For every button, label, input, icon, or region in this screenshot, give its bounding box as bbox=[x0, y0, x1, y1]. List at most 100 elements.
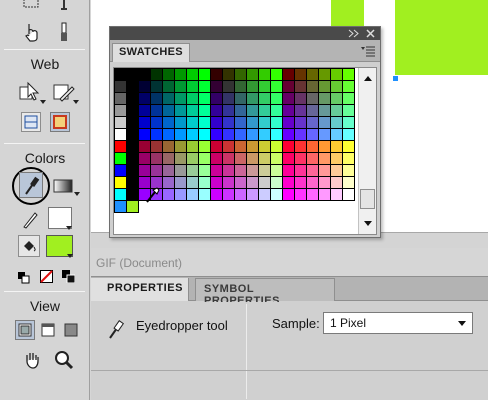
scroll-up-arrow[interactable] bbox=[364, 76, 372, 81]
color-swatch[interactable] bbox=[174, 140, 187, 153]
color-swatch[interactable] bbox=[246, 176, 259, 189]
color-swatch[interactable] bbox=[126, 104, 139, 117]
color-swatch[interactable] bbox=[246, 116, 259, 129]
color-swatch[interactable] bbox=[126, 152, 139, 165]
color-swatch[interactable] bbox=[282, 152, 295, 165]
color-swatch[interactable] bbox=[270, 188, 283, 201]
color-swatch[interactable] bbox=[294, 68, 307, 81]
color-swatch[interactable] bbox=[342, 92, 355, 105]
color-swatch[interactable] bbox=[318, 116, 331, 129]
color-swatch[interactable] bbox=[330, 164, 343, 177]
color-swatch[interactable] bbox=[114, 164, 127, 177]
color-swatch[interactable] bbox=[126, 140, 139, 153]
color-swatch[interactable] bbox=[342, 152, 355, 165]
scroll-down-arrow[interactable] bbox=[364, 221, 372, 226]
knife-tool-button[interactable] bbox=[52, 20, 76, 44]
color-swatch[interactable] bbox=[198, 152, 211, 165]
color-swatch[interactable] bbox=[294, 116, 307, 129]
color-swatch[interactable] bbox=[150, 80, 163, 93]
color-swatch[interactable] bbox=[126, 92, 139, 105]
slice-flyout-arrow[interactable] bbox=[73, 100, 79, 104]
full-screen-menus-mode-button[interactable] bbox=[38, 320, 58, 340]
color-swatch[interactable] bbox=[198, 92, 211, 105]
color-swatch[interactable] bbox=[234, 140, 247, 153]
color-swatch[interactable] bbox=[222, 80, 235, 93]
color-swatch[interactable] bbox=[138, 164, 151, 177]
color-swatch[interactable] bbox=[186, 104, 199, 117]
color-swatch[interactable] bbox=[282, 116, 295, 129]
color-swatch[interactable] bbox=[222, 128, 235, 141]
panel-options-menu-icon[interactable] bbox=[361, 45, 375, 57]
sample-size-select[interactable]: 1 Pixel bbox=[323, 312, 473, 334]
color-swatch[interactable] bbox=[198, 188, 211, 201]
color-swatch[interactable] bbox=[222, 92, 235, 105]
swap-colors-button[interactable] bbox=[62, 268, 76, 284]
color-swatch[interactable] bbox=[342, 164, 355, 177]
color-swatch[interactable] bbox=[210, 188, 223, 201]
color-swatch[interactable] bbox=[114, 68, 127, 81]
color-swatch[interactable] bbox=[126, 116, 139, 129]
color-swatch[interactable] bbox=[270, 104, 283, 117]
color-swatch[interactable] bbox=[234, 92, 247, 105]
color-swatch[interactable] bbox=[306, 128, 319, 141]
color-swatch[interactable] bbox=[270, 80, 283, 93]
color-swatch[interactable] bbox=[210, 104, 223, 117]
text-tool-button[interactable] bbox=[52, 0, 76, 16]
color-swatch[interactable] bbox=[198, 176, 211, 189]
full-screen-mode-button[interactable] bbox=[61, 320, 81, 340]
color-swatch[interactable] bbox=[258, 188, 271, 201]
tab-symbol-properties[interactable]: SYMBOL PROPERTIES bbox=[195, 278, 335, 307]
color-swatch[interactable] bbox=[126, 188, 139, 201]
color-swatch[interactable] bbox=[270, 176, 283, 189]
color-swatch[interactable] bbox=[138, 92, 151, 105]
color-swatch[interactable] bbox=[270, 140, 283, 153]
color-swatch[interactable] bbox=[162, 104, 175, 117]
color-swatch[interactable] bbox=[162, 176, 175, 189]
color-swatch[interactable] bbox=[318, 152, 331, 165]
color-swatch[interactable] bbox=[150, 152, 163, 165]
color-swatch[interactable] bbox=[318, 140, 331, 153]
color-swatch[interactable] bbox=[258, 140, 271, 153]
hand-pointer-tool-button[interactable] bbox=[20, 20, 44, 44]
hand-tool-button[interactable] bbox=[20, 348, 44, 372]
color-swatch[interactable] bbox=[258, 104, 271, 117]
color-swatch[interactable] bbox=[246, 140, 259, 153]
color-swatch[interactable] bbox=[258, 92, 271, 105]
color-swatch[interactable] bbox=[162, 188, 175, 201]
color-swatch[interactable] bbox=[306, 164, 319, 177]
color-swatch[interactable] bbox=[186, 116, 199, 129]
color-swatch[interactable] bbox=[126, 200, 139, 213]
color-swatch[interactable] bbox=[258, 152, 271, 165]
color-swatch[interactable] bbox=[138, 104, 151, 117]
color-swatch[interactable] bbox=[198, 140, 211, 153]
color-swatch[interactable] bbox=[258, 176, 271, 189]
color-swatch[interactable] bbox=[234, 116, 247, 129]
color-swatch[interactable] bbox=[306, 68, 319, 81]
color-swatch[interactable] bbox=[114, 80, 127, 93]
color-swatch[interactable] bbox=[282, 140, 295, 153]
color-swatch[interactable] bbox=[282, 188, 295, 201]
color-swatch[interactable] bbox=[210, 92, 223, 105]
color-swatch[interactable] bbox=[114, 200, 127, 213]
color-swatch[interactable] bbox=[126, 128, 139, 141]
color-swatch[interactable] bbox=[138, 152, 151, 165]
color-swatch[interactable] bbox=[234, 128, 247, 141]
color-swatch[interactable] bbox=[342, 128, 355, 141]
color-swatch[interactable] bbox=[210, 176, 223, 189]
color-swatch[interactable] bbox=[186, 68, 199, 81]
color-swatch[interactable] bbox=[306, 104, 319, 117]
color-swatch[interactable] bbox=[174, 152, 187, 165]
color-swatch[interactable] bbox=[222, 188, 235, 201]
color-swatch[interactable] bbox=[210, 164, 223, 177]
color-swatch[interactable] bbox=[342, 104, 355, 117]
color-swatch[interactable] bbox=[318, 68, 331, 81]
color-swatch[interactable] bbox=[198, 164, 211, 177]
color-swatch[interactable] bbox=[258, 68, 271, 81]
color-swatch[interactable] bbox=[246, 68, 259, 81]
color-swatch[interactable] bbox=[318, 176, 331, 189]
color-swatch[interactable] bbox=[162, 140, 175, 153]
color-swatch[interactable] bbox=[246, 188, 259, 201]
color-swatch[interactable] bbox=[174, 128, 187, 141]
color-swatch[interactable] bbox=[318, 128, 331, 141]
color-swatch[interactable] bbox=[174, 116, 187, 129]
